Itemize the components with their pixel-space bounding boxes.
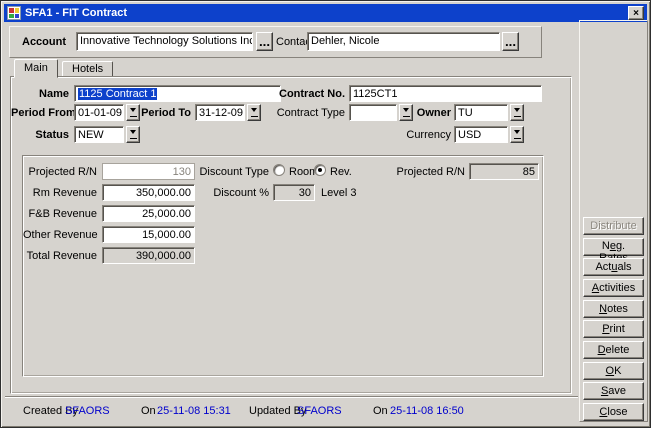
- print-button[interactable]: Print: [583, 320, 644, 338]
- name-field[interactable]: 1125 Contract 1: [74, 85, 281, 102]
- discount-type-rev-radio[interactable]: [314, 164, 326, 176]
- total-revenue-field: 390,000.00: [102, 247, 195, 264]
- discount-type-label: Discount Type: [143, 166, 269, 179]
- tab-main[interactable]: Main: [14, 59, 58, 78]
- ok-button[interactable]: OK: [583, 362, 644, 380]
- updated-on-label: On: [373, 405, 388, 418]
- created-by-value: SFAORS: [65, 405, 110, 418]
- period-to-field[interactable]: 31-12-09: [195, 104, 245, 121]
- projected-rn-right-label: Projected R/N: [391, 166, 465, 179]
- titlebar: SFA1 - FIT Contract ×: [4, 4, 647, 22]
- name-selected-text: 1125 Contract 1: [78, 88, 157, 100]
- discount-type-rev-label: Rev.: [330, 166, 352, 179]
- currency-field[interactable]: USD: [454, 126, 508, 143]
- updated-by-value: SFAORS: [297, 405, 342, 418]
- owner-label: Owner: [391, 107, 451, 120]
- discount-level-label: Level 3: [321, 187, 356, 200]
- delete-button[interactable]: Delete: [583, 341, 644, 359]
- fit-contract-window: SFA1 - FIT Contract × Account Innovative…: [0, 0, 651, 428]
- period-to-label: Period To: [111, 107, 191, 120]
- revenue-group-box: Projected R/N 130 Discount Type Room Rev…: [22, 155, 544, 377]
- app-icon: [7, 6, 21, 20]
- discount-type-room-radio[interactable]: [273, 164, 285, 176]
- neg-rates-button[interactable]: Neg. Rates: [583, 238, 644, 256]
- distribute-button[interactable]: Distribute: [583, 217, 644, 235]
- contract-type-field[interactable]: [349, 104, 397, 121]
- account-lov-icon[interactable]: ...: [256, 32, 273, 51]
- account-field[interactable]: Innovative Technology Solutions Inc: [76, 32, 253, 51]
- main-tab-content: Name 1125 Contract 1 Contract No. 1125CT…: [10, 76, 572, 394]
- discount-pct-field: 30: [273, 184, 315, 201]
- other-revenue-label: Other Revenue: [23, 229, 97, 242]
- activities-button[interactable]: Activities: [583, 279, 644, 297]
- owner-dropdown-icon[interactable]: [510, 104, 524, 121]
- discount-pct-label: Discount %: [173, 187, 269, 200]
- period-to-dropdown-icon[interactable]: [247, 104, 261, 121]
- currency-dropdown-icon[interactable]: [510, 126, 524, 143]
- actuals-button[interactable]: Actuals: [583, 258, 644, 276]
- save-button[interactable]: Save: [583, 382, 644, 400]
- close-button[interactable]: Close: [583, 403, 644, 421]
- updated-on-value: 25-11-08 16:50: [390, 405, 464, 418]
- tab-hotels[interactable]: Hotels: [62, 61, 113, 77]
- fb-revenue-field[interactable]: 25,000.00: [102, 205, 195, 222]
- rm-revenue-label: Rm Revenue: [23, 187, 97, 200]
- account-panel: Account Innovative Technology Solutions …: [9, 26, 542, 58]
- footer-divider: [5, 396, 578, 398]
- status-label: Status: [11, 129, 69, 142]
- contract-no-field[interactable]: 1125CT1: [349, 85, 542, 102]
- contact-lov-icon[interactable]: ...: [502, 32, 519, 51]
- fb-revenue-label: F&B Revenue: [23, 208, 97, 221]
- projected-rn-label: Projected R/N: [23, 166, 97, 179]
- notes-button[interactable]: Notes: [583, 300, 644, 318]
- currency-label: Currency: [391, 129, 451, 142]
- period-from-label: Period From: [11, 107, 69, 120]
- account-label: Account: [22, 36, 66, 49]
- projected-rn-right-field: 85: [469, 163, 539, 180]
- window-title: SFA1 - FIT Contract: [25, 7, 628, 19]
- contract-no-label: Contract No.: [269, 88, 345, 101]
- status-field[interactable]: NEW: [74, 126, 124, 143]
- status-dropdown-icon[interactable]: [126, 126, 140, 143]
- owner-field[interactable]: TU: [454, 104, 508, 121]
- action-panel: Distribute Neg. Rates Actuals Activities Not…: [579, 20, 648, 422]
- action-buttons: Distribute Neg. Rates Actuals Activities Not…: [583, 217, 644, 421]
- close-window-icon[interactable]: ×: [628, 6, 644, 20]
- contact-field[interactable]: Dehler, Nicole: [307, 32, 500, 51]
- contract-type-label: Contract Type: [269, 107, 345, 120]
- created-on-label: On: [141, 405, 156, 418]
- name-label: Name: [11, 88, 69, 101]
- total-revenue-label: Total Revenue: [23, 250, 97, 263]
- created-on-value: 25-11-08 15:31: [157, 405, 231, 418]
- other-revenue-field[interactable]: 15,000.00: [102, 226, 195, 243]
